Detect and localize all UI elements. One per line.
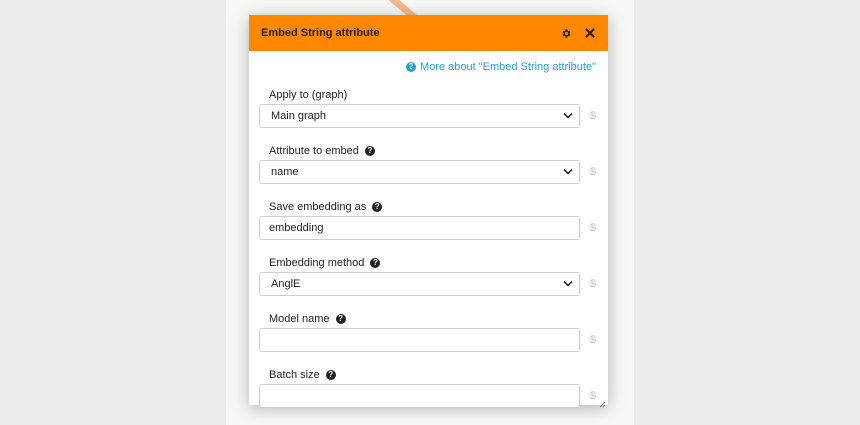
dialog-body: ? More about "Embed String attribute" Ap… — [249, 51, 608, 408]
question-circle-icon[interactable]: ? — [325, 370, 336, 380]
field-batch-size: Batch size ? $ — [259, 368, 596, 408]
parameter-toggle[interactable]: $ — [580, 390, 596, 402]
embedding-method-select[interactable]: AnglE — [259, 272, 581, 296]
close-icon[interactable] — [584, 27, 596, 39]
gear-icon[interactable] — [560, 27, 572, 39]
field-label: Embedding method — [269, 257, 365, 269]
question-circle-icon[interactable]: ? — [364, 146, 375, 156]
field-attribute-to-embed: Attribute to embed ? name $ — [259, 144, 596, 184]
operation-dialog: Embed String attribute ? More about "Emb… — [249, 15, 608, 408]
select-value: name — [271, 166, 299, 178]
field-label: Save embedding as — [269, 201, 367, 213]
more-about-link-label: More about "Embed String attribute" — [420, 61, 596, 73]
field-label: Batch size — [269, 369, 320, 381]
question-circle-icon[interactable]: ? — [372, 202, 383, 212]
field-save-embedding-as: Save embedding as ? embedding $ — [259, 200, 596, 240]
select-value: AnglE — [271, 278, 301, 290]
question-circle-icon[interactable]: ? — [335, 314, 346, 324]
parameter-toggle[interactable]: $ — [580, 334, 596, 346]
input-value: embedding — [269, 222, 324, 234]
question-circle-icon[interactable]: ? — [370, 258, 381, 268]
resize-handle[interactable] — [598, 395, 606, 408]
model-name-input[interactable] — [259, 328, 581, 352]
attribute-to-embed-select[interactable]: name — [259, 160, 581, 184]
question-circle-icon: ? — [406, 62, 417, 72]
more-about-link[interactable]: ? More about "Embed String attribute" — [406, 61, 596, 73]
chevron-down-icon — [563, 166, 573, 178]
field-label: Attribute to embed — [269, 145, 359, 157]
chevron-down-icon — [563, 278, 573, 290]
save-embedding-as-input[interactable]: embedding — [259, 216, 581, 240]
field-apply-to-graph: Apply to (graph) Main graph $ — [259, 88, 596, 128]
select-value: Main graph — [271, 110, 327, 122]
apply-to-graph-select[interactable]: Main graph — [259, 104, 581, 128]
field-label: Model name — [269, 313, 330, 325]
parameter-toggle[interactable]: $ — [580, 166, 596, 178]
dialog-titlebar[interactable]: Embed String attribute — [249, 15, 608, 51]
batch-size-input[interactable] — [259, 384, 581, 408]
field-label: Apply to (graph) — [269, 89, 348, 101]
parameter-toggle[interactable]: $ — [580, 110, 596, 122]
field-model-name: Model name ? $ — [259, 312, 596, 352]
chevron-down-icon — [563, 110, 573, 122]
field-embedding-method: Embedding method ? AnglE $ — [259, 256, 596, 296]
parameter-toggle[interactable]: $ — [580, 222, 596, 234]
parameter-toggle[interactable]: $ — [580, 278, 596, 290]
dialog-title: Embed String attribute — [261, 27, 380, 39]
